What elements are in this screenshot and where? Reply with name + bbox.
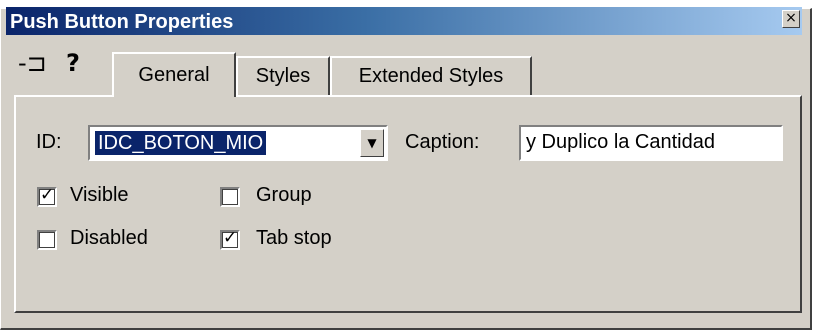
- tab-stop-label[interactable]: Tab stop: [256, 227, 332, 250]
- group-checkbox[interactable]: [220, 187, 240, 207]
- caption-field[interactable]: y Duplico la Cantidad: [519, 125, 783, 161]
- visible-check-icon: ✓: [40, 185, 55, 205]
- visible-checkbox[interactable]: ✓: [37, 185, 57, 207]
- id-label: ID:: [36, 131, 62, 153]
- visible-label[interactable]: Visible: [70, 184, 129, 207]
- tab-stop-checkbox[interactable]: ✓: [220, 228, 240, 250]
- tab-stop-check-icon: ✓: [223, 228, 238, 248]
- id-combobox[interactable]: IDC_BOTON_MIO ▼: [88, 125, 388, 161]
- chevron-down-icon: ▼: [367, 136, 377, 150]
- id-value[interactable]: IDC_BOTON_MIO: [95, 131, 267, 155]
- group-label[interactable]: Group: [256, 184, 312, 207]
- id-dropdown-button[interactable]: ▼: [360, 129, 384, 157]
- caption-label: Caption:: [405, 131, 480, 153]
- disabled-label[interactable]: Disabled: [70, 227, 148, 250]
- disabled-checkbox[interactable]: [37, 230, 57, 250]
